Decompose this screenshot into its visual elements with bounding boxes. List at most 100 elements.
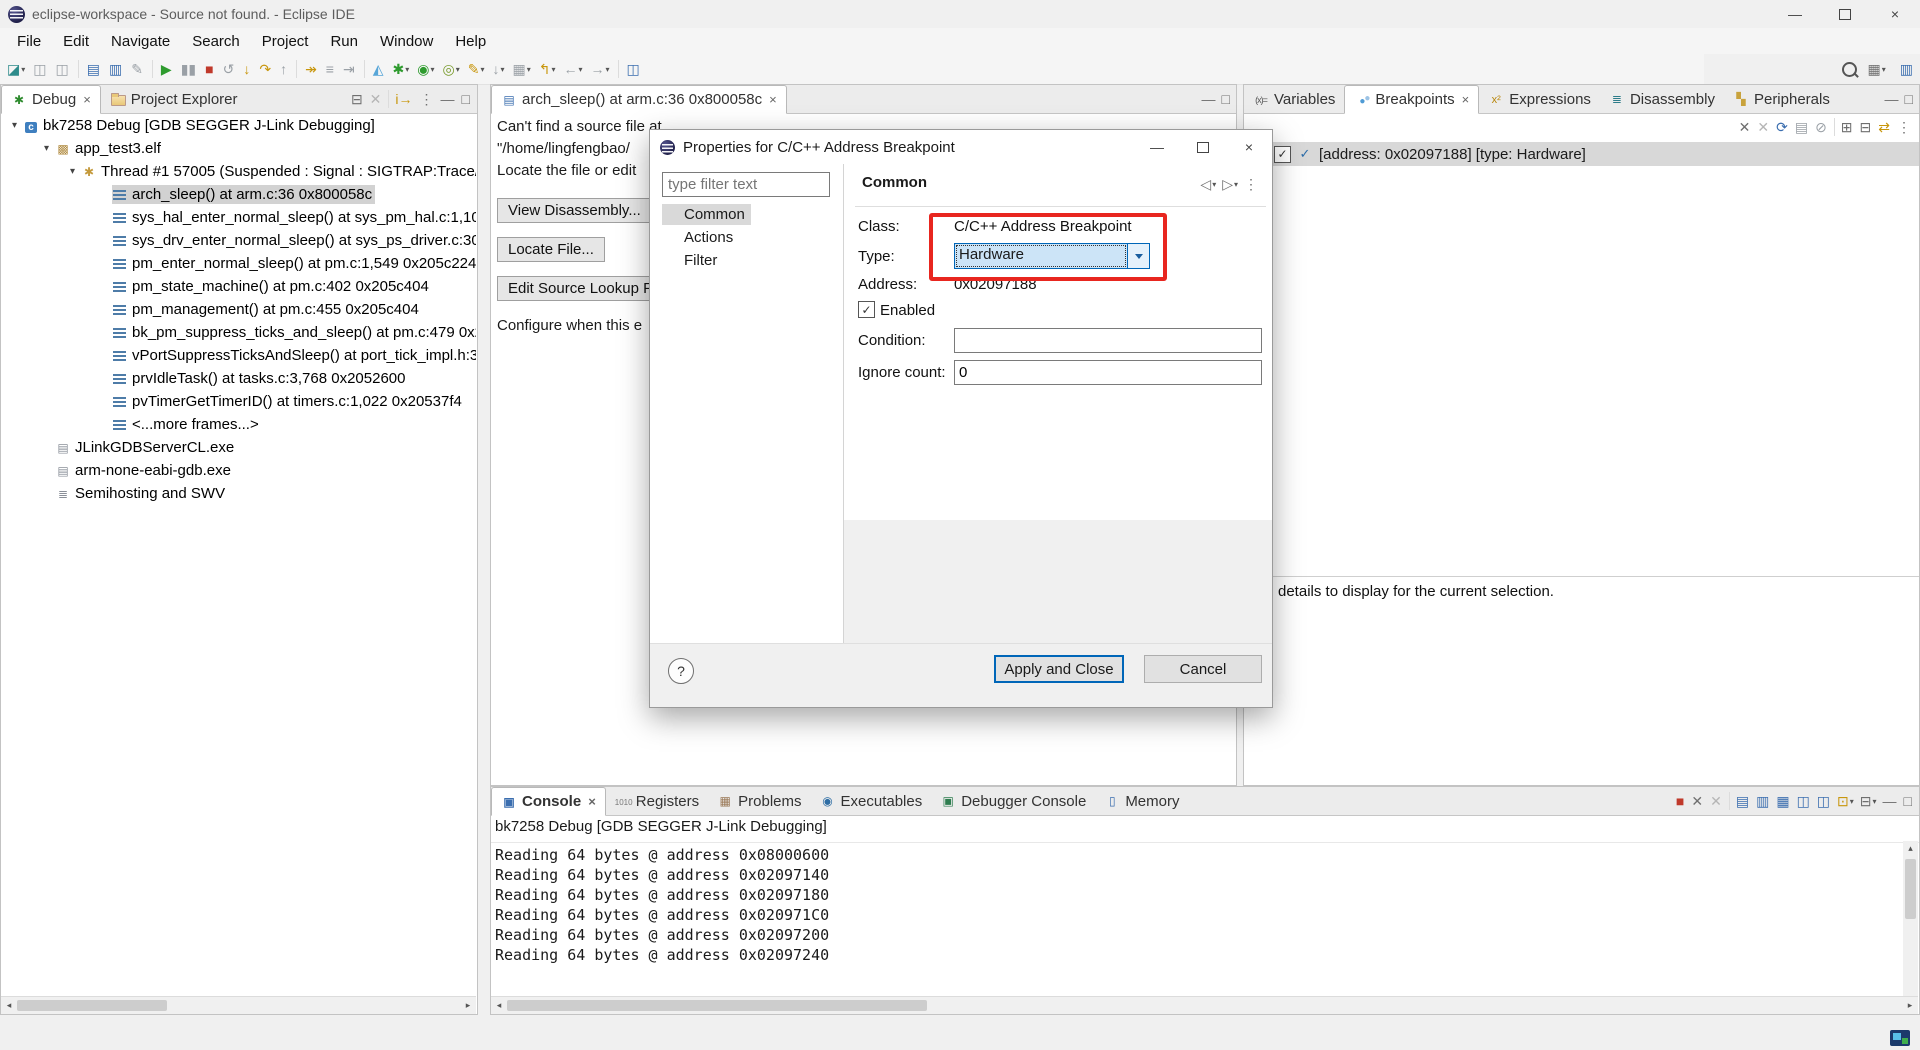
ignore-count-input[interactable] [954, 360, 1262, 385]
close-button[interactable]: × [1870, 0, 1920, 28]
scroll-right-icon[interactable]: ▸ [1902, 1000, 1918, 1011]
tree-row[interactable]: JLinkGDBServerCL.exe [1, 436, 476, 459]
connect-icon[interactable]: i→ [392, 87, 416, 111]
scroll-thumb[interactable] [1905, 859, 1916, 919]
apply-and-close-button[interactable]: Apply and Close [994, 655, 1124, 683]
suspend-icon[interactable]: ▮▮ [178, 57, 200, 81]
tab-debug[interactable]: Debug × [1, 85, 101, 114]
maximize-view-icon[interactable]: □ [1902, 87, 1916, 111]
menu-item[interactable]: Run [319, 33, 369, 50]
dialog-nav-item[interactable]: Filter [662, 250, 723, 271]
expand-all-icon[interactable]: ⊞ [1838, 115, 1857, 139]
close-tab-icon[interactable]: × [588, 794, 596, 809]
tree-row[interactable]: pm_enter_normal_sleep() at pm.c:1,549 0x… [1, 252, 476, 275]
minimize-button[interactable]: — [1770, 0, 1820, 28]
debug-perspective-icon[interactable]: ▥ [1897, 57, 1916, 81]
disconnect-icon[interactable]: ↺ [220, 57, 239, 81]
console-view-icon[interactable]: ▥ [106, 57, 126, 81]
breakpoint-enabled-checkbox[interactable] [1274, 146, 1291, 163]
clear-console-icon[interactable]: ▤ [1733, 789, 1753, 813]
save-icon[interactable]: ◫ [30, 57, 50, 81]
maximize-view-icon[interactable]: □ [459, 87, 474, 111]
minimize-view-icon[interactable]: — [1199, 87, 1219, 111]
profile-icon[interactable]: ◭ [370, 57, 388, 81]
collapse-all-icon[interactable]: ⊟ [348, 87, 367, 111]
minimize-view-icon[interactable]: — [438, 87, 459, 111]
debug-icon[interactable]: ✱▾ [389, 57, 412, 81]
view-disassembly-button[interactable]: View Disassembly... [497, 198, 652, 223]
remove-breakpoint-icon[interactable]: ✕ [1736, 115, 1755, 139]
console-hscrollbar[interactable]: ◂ ▸ [491, 996, 1918, 1014]
last-edit-icon[interactable]: ↰▾ [536, 57, 559, 81]
tree-row[interactable]: ▾ Thread #1 57005 (Suspended : Signal : … [1, 160, 476, 183]
help-button[interactable]: ? [668, 658, 694, 684]
breakpoints-detail-separator[interactable] [1244, 576, 1919, 577]
expander-icon[interactable]: ▾ [7, 120, 22, 131]
menu-item[interactable]: Edit [52, 33, 100, 50]
tab-expressions[interactable]: Expressions [1479, 85, 1600, 113]
link-with-debug-icon[interactable]: ⇄ [1875, 115, 1894, 139]
tree-row[interactable]: sys_drv_enter_normal_sleep() at sys_ps_d… [1, 229, 476, 252]
terminate-icon[interactable]: ■ [202, 57, 217, 81]
search-icon[interactable] [1842, 62, 1857, 77]
tab-problems[interactable]: Problems [708, 787, 810, 815]
tree-row[interactable]: <...more frames...> [1, 413, 476, 436]
scroll-thumb[interactable] [17, 1000, 167, 1011]
tree-row[interactable]: arch_sleep() at arm.c:36 0x800058c [1, 183, 476, 206]
step-over-icon[interactable]: ↷ [256, 57, 275, 81]
chevron-down-icon[interactable] [1127, 244, 1149, 268]
show-stderr-icon[interactable]: ◫ [1814, 789, 1834, 813]
word-wrap-icon[interactable]: ▦ [1773, 789, 1793, 813]
tab-memory[interactable]: Memory [1095, 787, 1188, 815]
tree-row[interactable]: vPortSuppressTicksAndSleep() at port_tic… [1, 344, 476, 367]
locate-file-button[interactable]: Locate File... [497, 237, 605, 262]
tray-status-icon[interactable] [1890, 1030, 1910, 1046]
tab-editor[interactable]: arch_sleep() at arm.c:36 0x800058c × [491, 85, 787, 114]
tree-row[interactable]: bk_pm_suppress_ticks_and_sleep() at pm.c… [1, 321, 476, 344]
save-all-icon[interactable]: ◫ [52, 57, 72, 81]
show-stdout-icon[interactable]: ◫ [1794, 789, 1814, 813]
perspective-grid-icon[interactable]: ▦▾ [1865, 57, 1889, 81]
tab-executables[interactable]: Executables [811, 787, 932, 815]
dialog-close-button[interactable]: × [1226, 131, 1272, 163]
menu-item[interactable]: Project [251, 33, 320, 50]
tab-registers[interactable]: Registers [606, 787, 708, 815]
remove-all-breakpoints-icon[interactable]: ✕ [1754, 115, 1773, 139]
forward-icon[interactable]: ▷▾ [1219, 172, 1241, 196]
minimize-view-icon[interactable]: — [1880, 789, 1901, 813]
new-wizard-icon[interactable]: ◪▾ [4, 57, 28, 81]
remove-launch-icon[interactable]: ✕ [1688, 789, 1707, 813]
debug-tree-hscrollbar[interactable]: ◂ ▸ [1, 996, 476, 1014]
view-menu-icon[interactable]: ⋮ [417, 87, 438, 111]
skip-all-breakpoints-icon[interactable]: ⊘ [1812, 115, 1831, 139]
tree-row[interactable]: pm_management() at pm.c:455 0x205c404 [1, 298, 476, 321]
refresh-breakpoints-icon[interactable]: ⟳ [1773, 115, 1792, 139]
condition-input[interactable] [954, 328, 1262, 353]
remove-all-launches-icon[interactable]: ✕ [1707, 789, 1726, 813]
resume-icon[interactable]: ▶ [158, 57, 176, 81]
restart-icon[interactable]: ⇥ [340, 57, 359, 81]
menu-item[interactable]: Navigate [100, 33, 181, 50]
dialog-nav-item[interactable]: Actions [662, 227, 739, 248]
tree-row[interactable]: pvTimerGetTimerID() at timers.c:1,022 0x… [1, 390, 476, 413]
tab-disassembly[interactable]: Disassembly [1600, 85, 1724, 113]
console-vscrollbar[interactable]: ▴ [1903, 841, 1918, 996]
scroll-left-icon[interactable]: ◂ [491, 1000, 507, 1011]
tab-debugger-console[interactable]: Debugger Console [931, 787, 1095, 815]
run-icon[interactable]: ◉▾ [414, 57, 437, 81]
dialog-nav-item[interactable]: Common [662, 204, 751, 225]
step-into-icon[interactable]: ↓ [240, 57, 254, 81]
filter-input[interactable] [662, 172, 830, 197]
tab-variables[interactable]: Variables [1244, 85, 1344, 113]
instruction-stepping-icon[interactable]: ↠ [302, 57, 321, 81]
menu-item[interactable]: File [6, 33, 52, 50]
maximize-view-icon[interactable]: □ [1901, 789, 1916, 813]
type-combobox[interactable]: Hardware [954, 243, 1150, 269]
fetch-icon[interactable]: ▦▾ [509, 57, 533, 81]
tree-row[interactable]: ▾ app_test3.elf [1, 137, 476, 160]
view-menu-icon[interactable]: ⋮ [1241, 172, 1262, 196]
menu-item[interactable]: Search [181, 33, 251, 50]
remove-all-terminated-icon[interactable]: ✕ [367, 87, 386, 111]
coverage-icon[interactable]: ✎▾ [465, 57, 488, 81]
breakpoint-entry-row[interactable]: [address: 0x02097188] [type: Hardware] [1244, 142, 1919, 166]
